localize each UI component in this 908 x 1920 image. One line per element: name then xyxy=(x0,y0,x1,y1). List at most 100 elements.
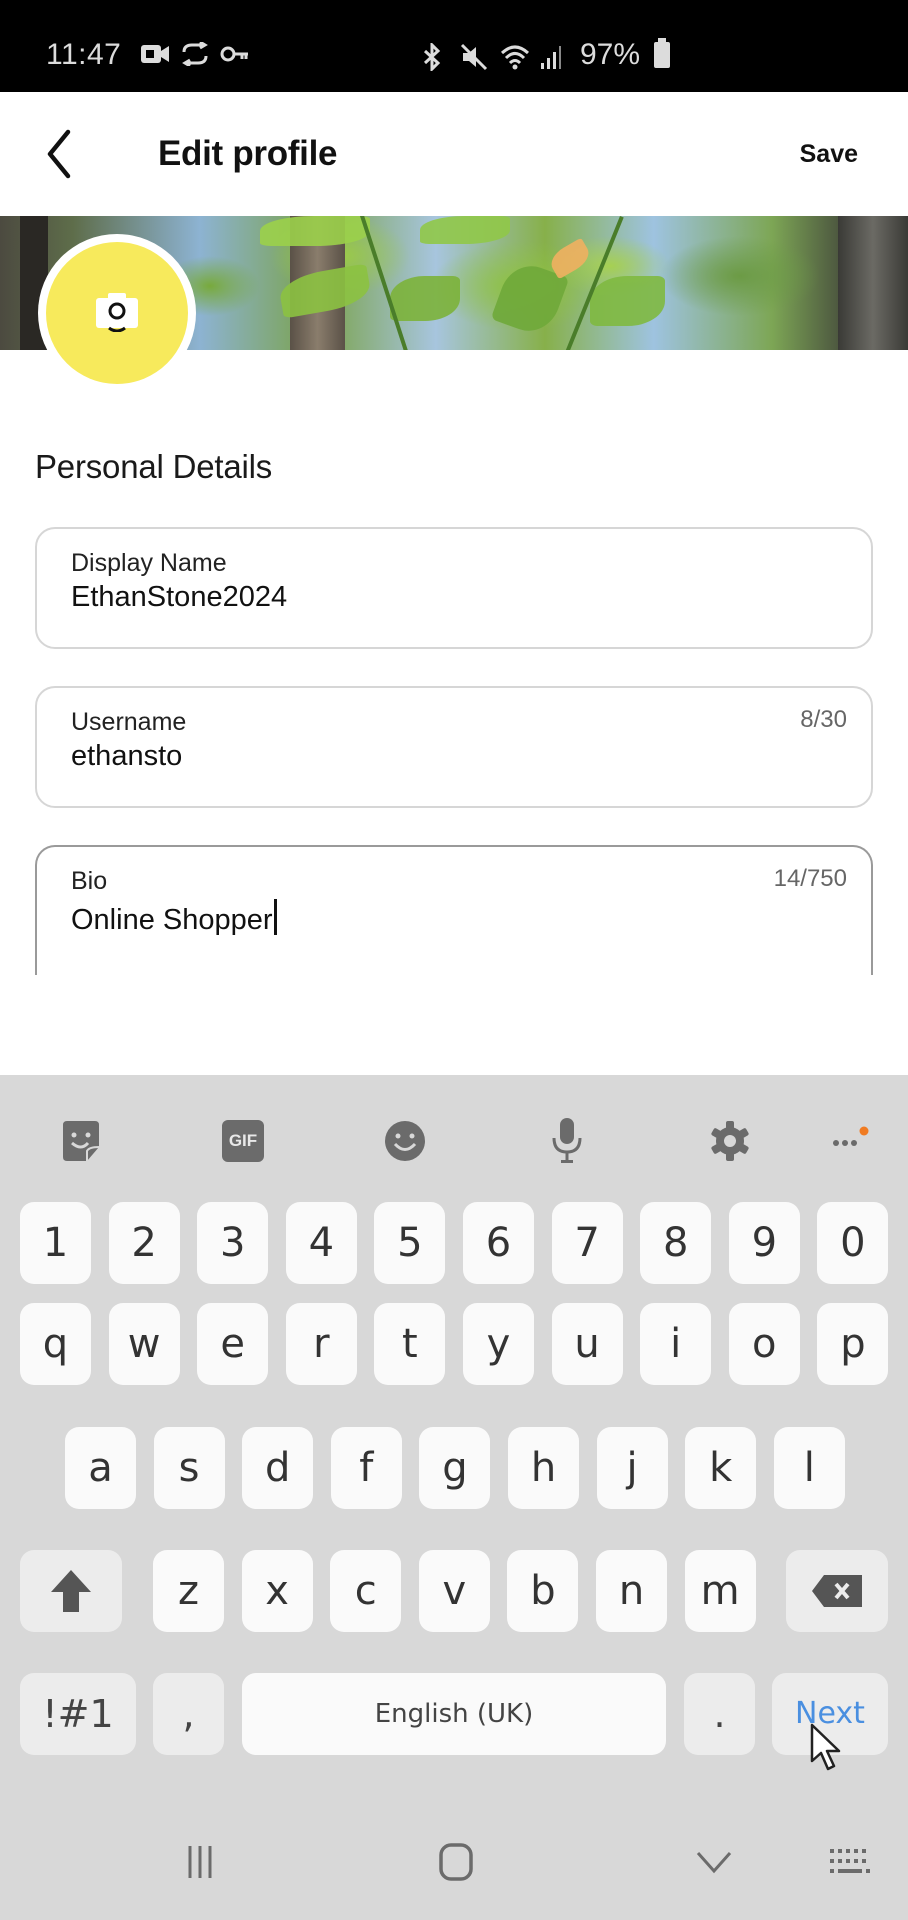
letter-key-v[interactable]: v xyxy=(418,1550,490,1632)
home-button[interactable] xyxy=(427,1840,487,1884)
key-label: d xyxy=(264,1445,291,1491)
key-label: g xyxy=(442,1445,468,1491)
letter-key-d[interactable]: d xyxy=(242,1427,314,1509)
section-title: Personal Details xyxy=(35,448,273,485)
number-key-2[interactable]: 2 xyxy=(108,1202,180,1284)
key-label: 1 xyxy=(42,1220,69,1266)
battery-percent: 97% xyxy=(580,38,641,71)
letter-key-e[interactable]: e xyxy=(197,1303,269,1385)
text-caret xyxy=(273,899,277,935)
letter-key-g[interactable]: g xyxy=(419,1427,491,1509)
settings-icon xyxy=(711,1121,749,1161)
letter-key-q[interactable]: q xyxy=(20,1303,91,1385)
recents-button[interactable] xyxy=(172,1840,232,1884)
period-key[interactable]: . xyxy=(684,1673,755,1755)
number-key-8[interactable]: 8 xyxy=(640,1202,712,1284)
key-label: z xyxy=(178,1568,199,1614)
key-label: s xyxy=(178,1445,200,1491)
save-button[interactable]: Save xyxy=(800,140,858,169)
keyboard: GIF 1 2 3 4 5 6 7 8 9 0 q w e r t y u i o p a s d f g h j k l z x c v b n m… xyxy=(0,1075,908,1920)
gif-button[interactable]: GIF xyxy=(215,1113,271,1169)
letter-key-i[interactable]: i xyxy=(640,1303,712,1385)
bio-counter: 14/750 xyxy=(773,865,847,892)
number-key-0[interactable]: 0 xyxy=(817,1202,889,1284)
number-key-4[interactable]: 4 xyxy=(285,1202,357,1284)
avatar-circle xyxy=(46,242,188,384)
letter-key-b[interactable]: b xyxy=(507,1550,579,1632)
letter-key-u[interactable]: u xyxy=(551,1303,623,1385)
letter-key-w[interactable]: w xyxy=(108,1303,180,1385)
letter-key-m[interactable]: m xyxy=(684,1550,756,1632)
letter-key-c[interactable]: c xyxy=(330,1550,402,1632)
key-label: w xyxy=(127,1321,161,1367)
microphone-icon xyxy=(552,1118,582,1163)
letter-key-t[interactable]: t xyxy=(374,1303,446,1385)
username-label: Username xyxy=(71,708,187,736)
keyboard-switch-button[interactable] xyxy=(820,1840,880,1884)
username-field[interactable]: Username ethansto 8/30 xyxy=(35,686,873,808)
letter-key-f[interactable]: f xyxy=(330,1427,402,1509)
comma-key[interactable]: , xyxy=(153,1673,224,1755)
backspace-icon xyxy=(812,1575,862,1607)
display-name-field[interactable]: Display Name EthanStone2024 xyxy=(35,527,873,649)
mute-icon xyxy=(460,43,490,71)
bio-field[interactable]: Bio Online Shopper 14/750 xyxy=(35,845,873,975)
letter-key-n[interactable]: n xyxy=(596,1550,667,1632)
key-label: x xyxy=(265,1568,289,1614)
number-key-1[interactable]: 1 xyxy=(20,1202,91,1284)
app-bar: Edit profile Save xyxy=(0,92,908,216)
key-label: u xyxy=(574,1321,600,1367)
letter-key-z[interactable]: z xyxy=(153,1550,224,1632)
number-key-7[interactable]: 7 xyxy=(551,1202,623,1284)
letter-key-o[interactable]: o xyxy=(728,1303,800,1385)
shift-key[interactable] xyxy=(20,1550,122,1632)
avatar[interactable] xyxy=(38,234,196,392)
space-key[interactable]: English (UK) xyxy=(242,1673,666,1755)
letter-key-x[interactable]: x xyxy=(241,1550,313,1632)
letter-key-j[interactable]: j xyxy=(596,1427,668,1509)
key-label: 9 xyxy=(751,1220,778,1266)
keyboard-settings-button[interactable] xyxy=(702,1113,758,1169)
bio-label: Bio xyxy=(71,867,108,895)
next-key[interactable]: Next xyxy=(772,1673,888,1755)
letter-key-k[interactable]: k xyxy=(685,1427,757,1509)
sticker-button[interactable] xyxy=(53,1113,109,1169)
wifi-icon xyxy=(500,43,530,70)
key-label: p xyxy=(840,1321,866,1367)
number-key-3[interactable]: 3 xyxy=(197,1202,269,1284)
backspace-key[interactable] xyxy=(786,1550,888,1632)
camera-icon xyxy=(96,293,138,332)
letter-key-p[interactable]: p xyxy=(817,1303,889,1385)
emoji-button[interactable] xyxy=(377,1113,433,1169)
username-input[interactable]: ethansto xyxy=(71,740,182,773)
key-label: a xyxy=(88,1445,113,1491)
letter-key-r[interactable]: r xyxy=(285,1303,357,1385)
voice-input-button[interactable] xyxy=(539,1113,595,1169)
bio-input[interactable]: Online Shopper xyxy=(71,899,277,937)
letter-key-h[interactable]: h xyxy=(508,1427,579,1509)
keyboard-toolbar: GIF xyxy=(0,1075,908,1205)
bluetooth-icon xyxy=(420,41,450,73)
symbols-key[interactable]: !#1 xyxy=(20,1673,136,1755)
key-label: 6 xyxy=(485,1220,512,1266)
hide-keyboard-button[interactable] xyxy=(684,1840,744,1884)
more-options-button[interactable] xyxy=(820,1113,876,1169)
number-key-6[interactable]: 6 xyxy=(463,1202,534,1284)
letter-key-l[interactable]: l xyxy=(773,1427,845,1509)
key-label: e xyxy=(220,1321,245,1367)
sticker-icon xyxy=(63,1121,100,1161)
display-name-input[interactable]: EthanStone2024 xyxy=(71,581,287,614)
back-button[interactable] xyxy=(36,124,92,184)
key-label: 5 xyxy=(397,1220,423,1266)
number-key-9[interactable]: 9 xyxy=(728,1202,800,1284)
key-label: q xyxy=(42,1321,69,1367)
number-key-5[interactable]: 5 xyxy=(374,1202,446,1284)
letter-key-a[interactable]: a xyxy=(65,1427,136,1509)
battery-icon xyxy=(654,38,671,68)
letter-key-s[interactable]: s xyxy=(153,1427,225,1509)
video-record-icon xyxy=(140,42,170,66)
cloud-sync-icon xyxy=(180,40,210,68)
chevron-left-icon xyxy=(47,129,71,179)
navigation-bar xyxy=(0,1800,908,1920)
letter-key-y[interactable]: y xyxy=(463,1303,534,1385)
